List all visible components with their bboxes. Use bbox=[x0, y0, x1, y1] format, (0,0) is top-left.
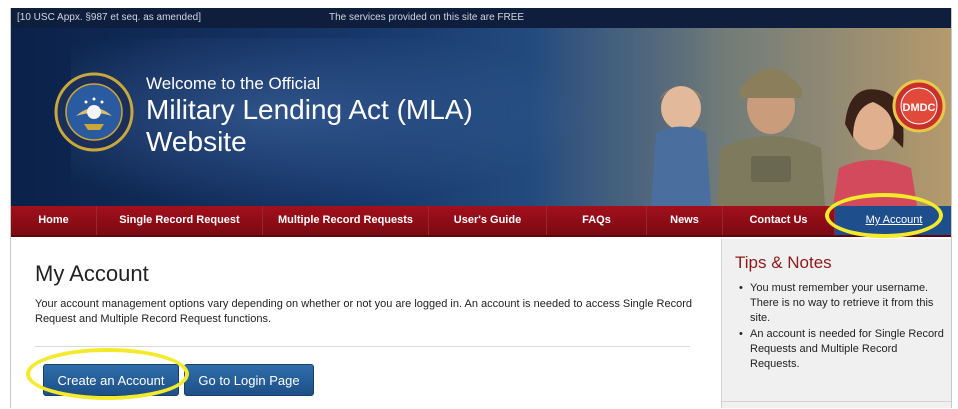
tip-item: An account is needed for Single Record R… bbox=[736, 327, 946, 372]
nav-home[interactable]: Home bbox=[11, 206, 97, 235]
tips-title: Tips & Notes bbox=[735, 253, 832, 272]
tips-sidebar: Tips & Notes You must remember your user… bbox=[721, 239, 951, 408]
free-services-notice: The services provided on this site are F… bbox=[329, 12, 525, 23]
nav-my-account[interactable]: My Account bbox=[835, 206, 951, 235]
nav-faqs[interactable]: FAQs bbox=[547, 206, 647, 235]
nav-users-guide[interactable]: User's Guide bbox=[429, 206, 547, 235]
nav-multiple-record-requests[interactable]: Multiple Record Requests bbox=[263, 206, 429, 235]
site-title-line-2: Website bbox=[146, 126, 247, 157]
sidebar-divider bbox=[722, 401, 951, 402]
main-nav: Home Single Record Request Multiple Reco… bbox=[11, 206, 951, 237]
page-title: My Account bbox=[35, 261, 149, 286]
department-of-defense-seal-icon bbox=[54, 72, 134, 152]
site-title-line-1: Military Lending Act (MLA) bbox=[146, 94, 473, 125]
nav-contact-us[interactable]: Contact Us bbox=[723, 206, 835, 235]
dmdc-badge-icon: DMDC bbox=[892, 79, 946, 133]
go-to-login-button[interactable]: Go to Login Page bbox=[184, 364, 314, 396]
tip-item: You must remember your username. There i… bbox=[736, 281, 946, 326]
tips-list: You must remember your username. There i… bbox=[736, 281, 946, 373]
site-banner: Welcome to the Official Military Lending… bbox=[11, 28, 951, 206]
legal-citation: [10 USC Appx. §987 et seq. as amended] bbox=[17, 12, 202, 23]
create-account-button[interactable]: Create an Account bbox=[43, 364, 179, 396]
top-info-bar: [10 USC Appx. §987 et seq. as amended] T… bbox=[11, 8, 951, 28]
dmdc-badge-label: DMDC bbox=[903, 102, 936, 114]
nav-news[interactable]: News bbox=[647, 206, 723, 235]
welcome-text: Welcome to the Official bbox=[146, 74, 321, 93]
nav-single-record-request[interactable]: Single Record Request bbox=[97, 206, 263, 235]
account-intro-text: Your account management options vary dep… bbox=[35, 298, 692, 325]
divider bbox=[35, 346, 690, 347]
browser-page: [10 USC Appx. §987 et seq. as amended] T… bbox=[10, 8, 952, 408]
main-content: My Account Your account management optio… bbox=[11, 239, 721, 408]
